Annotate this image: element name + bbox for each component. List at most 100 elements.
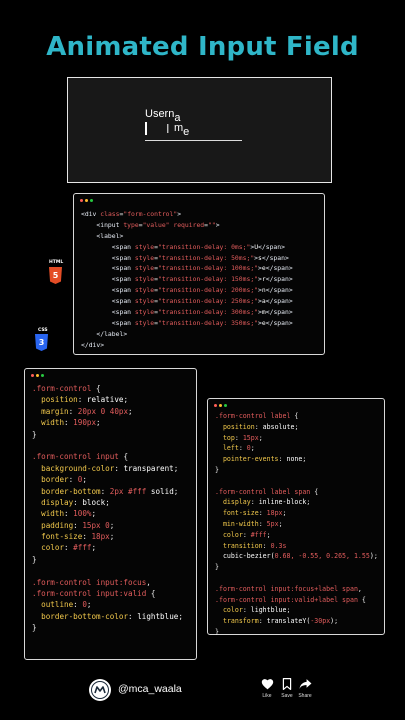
code-token: 0.68, -0.55, 0.265, 1.55 xyxy=(274,552,370,561)
code-token: </span> xyxy=(261,253,289,262)
dot-yellow xyxy=(85,199,88,202)
code-token: "transition-delay: 50ms;" xyxy=(157,253,255,262)
code-token: : xyxy=(73,520,83,530)
share-action[interactable]: Share xyxy=(296,678,314,699)
code-token: ; xyxy=(91,509,97,519)
code-token: , xyxy=(357,584,362,593)
code-line: display: inline-block; xyxy=(215,497,378,508)
dot-green xyxy=(224,404,227,407)
code-token: color xyxy=(222,530,243,539)
code-line: cubic-bezier(0.68, -0.55, 0.265, 1.55); xyxy=(215,551,378,562)
window-dots xyxy=(80,199,93,202)
logo-mark xyxy=(91,681,109,699)
code-token: padding xyxy=(41,520,74,530)
code-token: } xyxy=(215,563,219,572)
like-action[interactable]: Like xyxy=(258,678,276,699)
save-action[interactable]: Save xyxy=(278,678,296,699)
creator-handle[interactable]: @mca_waala xyxy=(118,683,182,695)
code-token: { xyxy=(150,589,156,599)
code-token: </span> xyxy=(265,275,293,284)
heart-icon xyxy=(261,679,273,690)
dot-red xyxy=(214,404,217,407)
code-line: border-bottom-color: lightblue; xyxy=(32,611,183,622)
typed-sub-text: e xyxy=(183,126,190,138)
code-token: top xyxy=(222,433,235,442)
code-token: <span xyxy=(111,297,135,306)
code-token: cubic-bezier( xyxy=(222,552,275,561)
floating-label: Userna xyxy=(145,108,180,124)
code-token: ; xyxy=(128,406,133,416)
code-token: : xyxy=(242,606,251,615)
code-line: .form-control label { xyxy=(215,411,378,422)
code-token: ; xyxy=(250,444,255,453)
code-line: min-width: 5px; xyxy=(215,519,378,530)
code-token: .form-control input:valid+label span xyxy=(215,595,362,604)
code-token: ; xyxy=(173,486,179,496)
code-token: } xyxy=(32,429,37,439)
dot-green xyxy=(90,199,93,202)
code-token: <span xyxy=(111,264,135,273)
code-line: width: 190px; xyxy=(32,417,183,428)
code-token: <span xyxy=(111,242,135,251)
css-code-window-2: .form-control label { position: absolute… xyxy=(207,398,385,636)
dot-yellow xyxy=(36,374,39,377)
code-token: style xyxy=(134,242,155,251)
code-token: 20px 0 40px xyxy=(77,406,129,416)
code-line: background-color: transparent; xyxy=(32,463,183,474)
dot-red xyxy=(80,199,83,202)
input-underline[interactable] xyxy=(145,140,242,141)
code-token: none xyxy=(286,455,303,464)
code-line: } xyxy=(32,554,183,565)
code-token: class xyxy=(100,210,120,218)
code-token: </span> xyxy=(265,308,293,317)
code-token: "transition-delay: 200ms;" xyxy=(157,286,259,295)
code-line: .form-control input:valid { xyxy=(32,588,183,599)
mca-waala-logo-icon[interactable] xyxy=(89,679,111,701)
code-token: font-size xyxy=(41,532,83,542)
code-token: "value" xyxy=(142,220,174,229)
code-token: 2px #fff xyxy=(109,486,151,496)
code-token: </span> xyxy=(265,297,293,306)
code-token: <span xyxy=(111,286,135,295)
css-code-lines-1: .form-control { position: relative; marg… xyxy=(32,383,183,634)
code-line: width: 100%; xyxy=(32,508,183,519)
code-line: <input type="value" required=""> xyxy=(81,220,293,231)
code-token: : xyxy=(73,600,83,610)
code-token: <span xyxy=(111,253,135,262)
code-token: block xyxy=(82,497,106,507)
label-main-text: Usern xyxy=(145,108,175,120)
code-token: : xyxy=(254,422,263,431)
code-token: <span xyxy=(111,275,135,284)
code-token: 18px xyxy=(266,509,283,518)
code-token: : xyxy=(128,611,138,621)
code-token: ; xyxy=(302,455,307,464)
code-token: style xyxy=(134,275,155,284)
code-token: display xyxy=(41,497,74,507)
code-token: ; xyxy=(123,395,129,405)
code-line: margin: 20px 0 40px; xyxy=(32,406,183,417)
code-token: : xyxy=(100,486,110,496)
code-token: ; xyxy=(373,552,378,561)
code-token: .form-control label xyxy=(215,412,295,420)
code-token: : xyxy=(64,543,74,553)
code-line: padding: 15px 0; xyxy=(32,520,183,531)
code-token: : xyxy=(238,444,247,453)
code-token: , xyxy=(146,577,151,587)
code-line: <span style="transition-delay: 300ms;">m… xyxy=(81,307,293,318)
code-line: color: #fff; xyxy=(32,542,183,553)
code-token: : xyxy=(77,395,87,405)
code-line: transition: 0.3s xyxy=(215,541,378,552)
code-token: "transition-delay: 250ms;" xyxy=(157,297,259,306)
code-token: style xyxy=(134,253,155,262)
code-token: { xyxy=(96,384,101,393)
